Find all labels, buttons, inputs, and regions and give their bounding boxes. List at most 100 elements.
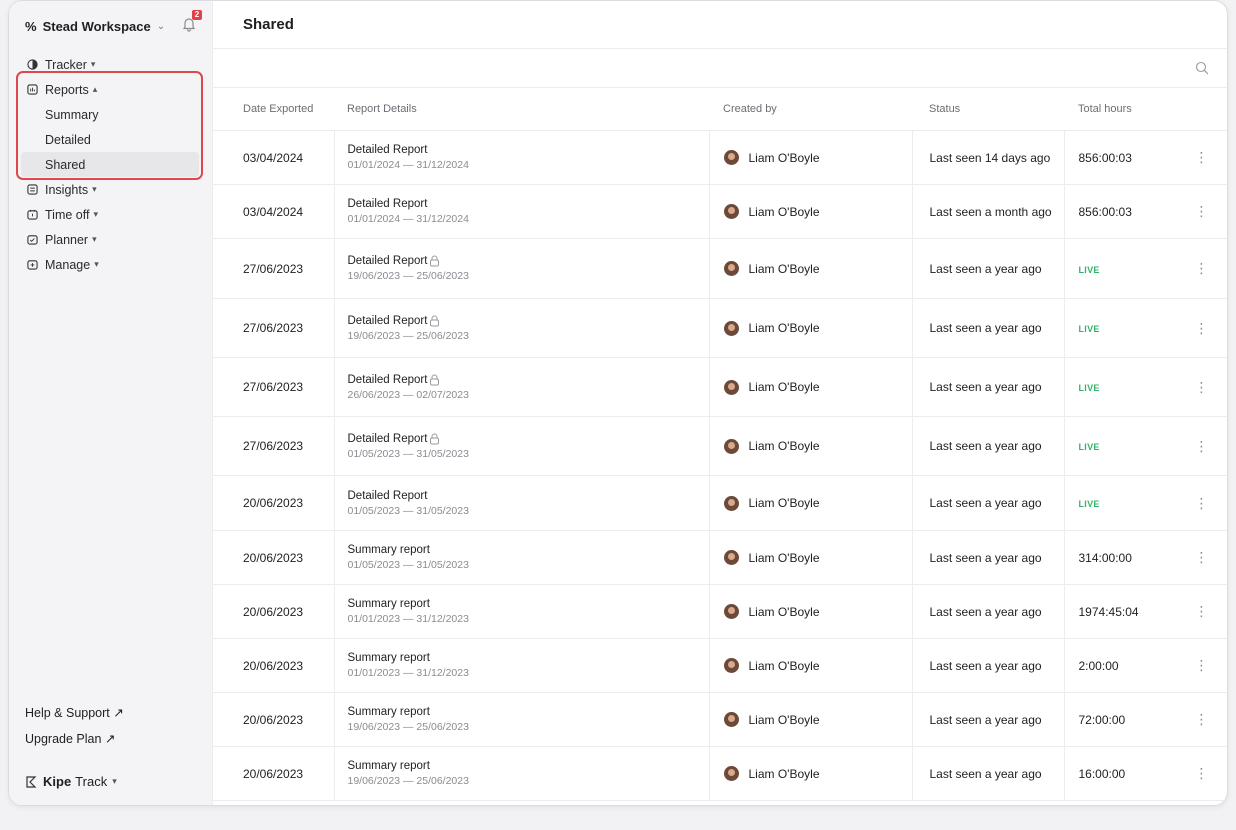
- creator: Liam O'Boyle: [723, 495, 912, 511]
- more-options-icon[interactable]: ⋮: [1195, 379, 1209, 395]
- sidebar-item-tracker[interactable]: Tracker ▾: [17, 52, 203, 77]
- avatar: [723, 658, 739, 673]
- sidebar-item-insights[interactable]: Insights ▾: [17, 177, 203, 202]
- table-row[interactable]: 27/06/2023 Detailed Report 01/05/2023 — 31…: [212, 416, 1227, 476]
- table-row[interactable]: 03/04/2024 Detailed Report 01/01/2024 — 31…: [212, 184, 1227, 239]
- table-row[interactable]: 20/06/2023 Detailed Report 01/05/2023 — 31…: [212, 475, 1227, 531]
- report-name[interactable]: Detailed Report: [348, 144, 428, 156]
- report-details-cell[interactable]: Detailed Report 01/05/2023 — 31/05/2023: [333, 416, 709, 476]
- report-details-cell[interactable]: Summary report 01/05/2023 — 31/05/2023: [333, 530, 709, 585]
- column-header-created-by[interactable]: Created by: [709, 88, 912, 131]
- report-name-wrap: Detailed Report: [348, 255, 709, 267]
- report-name-wrap: Summary report: [348, 652, 709, 664]
- product-switcher[interactable]: Kipe Track ▾: [25, 774, 117, 789]
- status-cell: Last seen a year ago: [911, 238, 1064, 299]
- help-support-link[interactable]: Help & Support ↗: [25, 699, 124, 725]
- report-name[interactable]: Summary report: [348, 760, 430, 772]
- report-name[interactable]: Detailed Report: [348, 255, 428, 267]
- more-options-icon[interactable]: ⋮: [1195, 765, 1209, 781]
- report-name[interactable]: Detailed Report: [348, 433, 428, 445]
- more-options-icon[interactable]: ⋮: [1195, 320, 1209, 336]
- creator-name: Liam O'Boyle: [748, 439, 820, 453]
- date-exported-cell: 03/04/2024: [212, 130, 334, 185]
- sidebar-item-manage[interactable]: Manage ▾: [17, 252, 203, 277]
- column-header-report-details[interactable]: Report Details: [334, 88, 709, 131]
- more-options-icon[interactable]: ⋮: [1195, 603, 1209, 619]
- total-hours-cell: LIVE: [1063, 357, 1176, 417]
- table-row[interactable]: 27/06/2023 Detailed Report 19/06/2023 — 25…: [212, 298, 1227, 358]
- table-row[interactable]: 20/06/2023 Summary report 01/01/2023 — 31/…: [212, 638, 1227, 693]
- report-name[interactable]: Summary report: [348, 598, 430, 610]
- report-date-range: 01/05/2023 — 31/05/2023: [347, 447, 469, 460]
- report-details-cell[interactable]: Detailed Report 01/01/2024 — 31/12/2024: [333, 130, 709, 185]
- report-details-cell[interactable]: Summary report 19/06/2023 — 25/06/2023: [333, 746, 709, 801]
- total-hours-value: 1974:45:04: [1078, 604, 1139, 619]
- total-hours-cell: 856:00:03: [1063, 184, 1176, 239]
- report-name[interactable]: Summary report: [348, 652, 430, 664]
- report-name-wrap: Detailed Report: [348, 315, 709, 327]
- report-details-cell[interactable]: Detailed Report 01/01/2024 — 31/12/2024: [333, 184, 709, 239]
- report-details-cell[interactable]: Summary report 01/01/2023 — 31/12/2023: [333, 638, 709, 693]
- table-row[interactable]: 20/06/2023 Summary report 19/06/2023 — 25/…: [212, 692, 1227, 747]
- more-options-icon[interactable]: ⋮: [1195, 438, 1209, 454]
- report-details-cell[interactable]: Detailed Report 01/05/2023 — 31/05/2023: [333, 475, 709, 531]
- more-options-icon[interactable]: ⋮: [1195, 711, 1209, 727]
- column-header-date-exported[interactable]: Date Exported: [212, 88, 334, 131]
- workspace-logo-icon: %: [25, 18, 37, 34]
- page-title: Shared: [243, 16, 294, 33]
- report-name-wrap: Detailed Report: [348, 198, 709, 210]
- report-name[interactable]: Summary report: [348, 706, 430, 718]
- avatar: [723, 550, 739, 565]
- workspace-switcher[interactable]: % Stead Workspace ⌄: [25, 15, 165, 37]
- more-options-icon[interactable]: ⋮: [1195, 149, 1209, 165]
- column-header-total-hours[interactable]: Total hours: [1064, 88, 1176, 131]
- search-icon[interactable]: [1195, 61, 1209, 75]
- more-options-icon[interactable]: ⋮: [1195, 657, 1209, 673]
- report-name[interactable]: Detailed Report: [348, 315, 428, 327]
- report-name-wrap: Detailed Report: [348, 433, 709, 445]
- sidebar-item-reports[interactable]: Reports ▴: [17, 77, 203, 102]
- report-details-cell[interactable]: Detailed Report 19/06/2023 — 25/06/2023: [333, 298, 709, 358]
- report-name[interactable]: Detailed Report: [348, 198, 428, 210]
- sidebar-subitem-summary[interactable]: Summary: [17, 102, 203, 127]
- live-badge: LIVE: [1078, 324, 1100, 334]
- total-hours-value: 856:00:03: [1078, 150, 1132, 165]
- created-by-cell: Liam O'Boyle: [708, 475, 912, 531]
- more-options-icon[interactable]: ⋮: [1195, 495, 1209, 511]
- table-row[interactable]: 03/04/2024 Detailed Report 01/01/2024 — 31…: [212, 130, 1227, 185]
- upgrade-plan-link[interactable]: Upgrade Plan ↗: [25, 725, 124, 751]
- total-hours-cell: 1974:45:04: [1063, 584, 1176, 639]
- more-options-icon[interactable]: ⋮: [1195, 203, 1209, 219]
- report-name-wrap: Summary report: [348, 544, 709, 556]
- table-row[interactable]: 20/06/2023 Summary report 01/01/2023 — 31/…: [212, 584, 1227, 639]
- report-name[interactable]: Detailed Report: [348, 490, 428, 502]
- report-date-range: 01/01/2024 — 31/12/2024: [347, 213, 469, 225]
- report-name-wrap: Summary report: [348, 598, 709, 610]
- report-name[interactable]: Summary report: [348, 544, 430, 556]
- report-name-wrap: Detailed Report: [348, 490, 709, 502]
- report-details-cell[interactable]: Summary report 01/01/2023 — 31/12/2023: [333, 584, 709, 639]
- more-options-icon[interactable]: ⋮: [1195, 549, 1209, 565]
- report-details-cell[interactable]: Detailed Report 26/06/2023 — 02/07/2023: [333, 357, 709, 417]
- avatar: [723, 261, 739, 276]
- report-name[interactable]: Detailed Report: [348, 374, 428, 386]
- status-cell: Last seen 14 days ago: [911, 130, 1064, 185]
- sidebar-item-time-off[interactable]: Time off ▾: [17, 202, 203, 227]
- table-row[interactable]: 27/06/2023 Detailed Report 26/06/2023 — 02…: [212, 357, 1227, 417]
- lock-icon: [430, 255, 440, 267]
- creator-name: Liam O'Boyle: [748, 658, 820, 673]
- sidebar-subitem-detailed[interactable]: Detailed: [17, 127, 203, 152]
- table-row[interactable]: 20/06/2023 Summary report 19/06/2023 — 25/…: [212, 746, 1227, 801]
- table-row[interactable]: 20/06/2023 Summary report 01/05/2023 — 31/…: [212, 530, 1227, 585]
- sidebar-item-planner[interactable]: Planner ▾: [17, 227, 203, 252]
- creator-name: Liam O'Boyle: [748, 550, 820, 565]
- manage-icon: [27, 260, 38, 270]
- report-date-range: 19/06/2023 — 25/06/2023: [347, 329, 469, 342]
- column-header-status[interactable]: Status: [912, 88, 1064, 131]
- table-row[interactable]: 27/06/2023 Detailed Report 19/06/2023 — 25…: [212, 238, 1227, 299]
- sidebar-subitem-shared[interactable]: Shared: [21, 152, 199, 177]
- report-details-cell[interactable]: Summary report 19/06/2023 — 25/06/2023: [333, 692, 709, 747]
- report-details-cell[interactable]: Detailed Report 19/06/2023 — 25/06/2023: [333, 238, 709, 299]
- total-hours-value: 72:00:00: [1078, 712, 1126, 727]
- more-options-icon[interactable]: ⋮: [1195, 260, 1209, 276]
